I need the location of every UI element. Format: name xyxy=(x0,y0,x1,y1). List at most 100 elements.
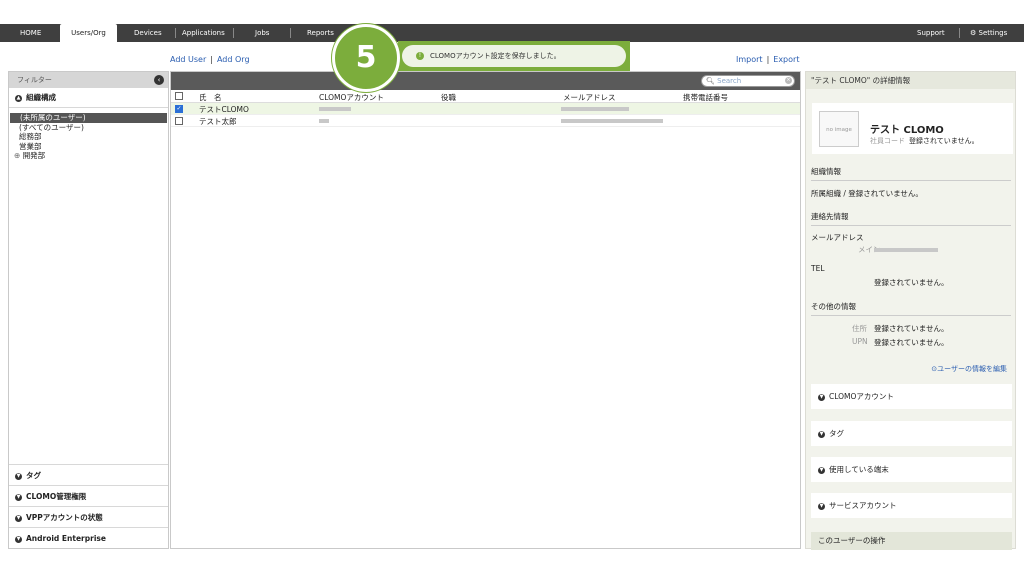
tel-label: TEL xyxy=(811,264,825,273)
nav-settings[interactable]: ⚙ Settings xyxy=(970,24,1007,42)
row-name: テストCLOMO xyxy=(199,105,249,114)
admin-rights-label: CLOMO管理権限 xyxy=(26,492,87,501)
vpp-label: VPPアカウントの状態 xyxy=(26,513,103,522)
org-info-text: 所属組織 / 登録されていません。 xyxy=(811,189,923,198)
upn-value: 登録されていません。 xyxy=(874,338,949,347)
table-header: 氏 名 CLOMOアカウント 役職 メールアドレス 携帯電話番号 xyxy=(171,90,800,103)
nav-settings-label: Settings xyxy=(978,29,1008,37)
devices-accordion[interactable]: ▼ 使用している端末 xyxy=(811,457,1012,482)
tel-value: 登録されていません。 xyxy=(874,278,949,287)
add-org-link[interactable]: Add Org xyxy=(217,55,250,64)
row-checkbox[interactable] xyxy=(175,117,183,125)
tag-section-label: タグ xyxy=(26,471,41,480)
nav-reports[interactable]: Reports xyxy=(307,24,334,42)
step-badge: 5 xyxy=(332,24,400,92)
expand-plus-icon[interactable]: ⊕ xyxy=(14,151,20,160)
user-links: Add User | Add Org xyxy=(170,55,250,64)
link-separator: | xyxy=(766,55,770,64)
nav-home[interactable]: HOME xyxy=(20,24,41,42)
toast-body: ! CLOMOアカウント設定を保存しました。 xyxy=(402,45,626,67)
org-item-dev[interactable]: ⊕ 開発部 xyxy=(9,151,168,161)
chevron-down-icon: ▼ xyxy=(818,466,825,474)
clomo-account-accordion[interactable]: ▼ CLOMOアカウント xyxy=(811,384,1012,409)
clear-search-icon[interactable]: × xyxy=(785,77,792,84)
search-placeholder: Search xyxy=(717,77,742,85)
table-row[interactable]: テスト太郎 xyxy=(171,115,800,127)
redacted-email xyxy=(561,107,629,111)
upn-label: UPN xyxy=(852,337,868,346)
employee-code-value: 登録されていません。 xyxy=(909,137,979,145)
tag-accordion[interactable]: ▼ タグ xyxy=(811,421,1012,446)
accordion-label: サービスアカウント xyxy=(829,501,897,510)
chevron-down-icon: ▼ xyxy=(818,502,825,510)
vpp-section-toggle[interactable]: ▼ VPPアカウントの状態 xyxy=(9,506,168,527)
avatar: no image xyxy=(819,111,859,147)
nav-jobs[interactable]: Jobs xyxy=(255,24,269,42)
search-icon: 🔍︎ xyxy=(706,77,715,85)
info-icon: ! xyxy=(416,52,424,60)
tag-section-toggle[interactable]: ▼ タグ xyxy=(9,464,168,485)
nav-devices[interactable]: Devices xyxy=(134,24,162,42)
org-section-toggle[interactable]: ▲ 組織構成 xyxy=(9,88,168,108)
chevron-down-icon: ▼ xyxy=(15,472,22,480)
redacted-email xyxy=(561,119,663,123)
address-value: 登録されていません。 xyxy=(874,324,949,333)
org-tree: (未所属のユーザー) (すべてのユーザー) 総務部 営業部 ⊕ 開発部 xyxy=(9,108,168,161)
accordion-label: タグ xyxy=(829,429,844,438)
admin-rights-section-toggle[interactable]: ▼ CLOMO管理権限 xyxy=(9,485,168,506)
user-detail-panel: "テスト CLOMO" の詳細情報 no image テスト CLOMO 社員コ… xyxy=(805,71,1016,550)
table-row[interactable]: ✓ テストCLOMO xyxy=(171,103,800,115)
org-info-heading: 組織情報 xyxy=(811,166,1011,181)
profile-card: no image テスト CLOMO 社員コード 登録されていません。 xyxy=(812,103,1013,154)
table-toolbar: 🔍︎ Search × xyxy=(171,72,800,90)
service-account-accordion[interactable]: ▼ サービスアカウント xyxy=(811,493,1012,518)
nav-support[interactable]: Support xyxy=(917,24,945,42)
col-name[interactable]: 氏 名 xyxy=(199,92,222,103)
contact-heading: 連絡先情報 xyxy=(811,211,1011,226)
accordion-label: CLOMOアカウント xyxy=(829,392,894,401)
import-export-links: Import | Export xyxy=(736,55,799,64)
edit-user-label: ユーザーの情報を編集 xyxy=(937,365,1007,373)
redacted-account xyxy=(319,107,351,111)
link-separator: | xyxy=(210,55,213,64)
col-email[interactable]: メールアドレス xyxy=(563,92,616,103)
gear-icon: ⚙ xyxy=(970,29,977,37)
user-table-panel: 🔍︎ Search × 氏 名 CLOMOアカウント 役職 メールアドレス 携帯… xyxy=(170,71,801,549)
org-item-all[interactable]: (すべてのユーザー) xyxy=(9,123,168,133)
col-clomo-account[interactable]: CLOMOアカウント xyxy=(319,92,384,103)
android-enterprise-label: Android Enterprise xyxy=(26,534,106,543)
android-enterprise-section-toggle[interactable]: ▼ Android Enterprise xyxy=(9,527,168,548)
save-toast: ! CLOMOアカウント設定を保存しました。 xyxy=(398,41,630,71)
select-all-checkbox[interactable] xyxy=(175,92,183,100)
org-item-unassigned[interactable]: (未所属のユーザー) xyxy=(10,113,167,123)
top-nav: HOME Users/Org Devices Applications Jobs… xyxy=(0,24,1024,43)
filter-bottom-sections: ▼ タグ ▼ CLOMO管理権限 ▼ VPPアカウントの状態 ▼ Android Ent… xyxy=(9,464,168,548)
redacted-account xyxy=(319,119,329,123)
col-mobile[interactable]: 携帯電話番号 xyxy=(683,92,728,103)
import-link[interactable]: Import xyxy=(736,55,763,64)
collapse-left-icon[interactable]: ‹ xyxy=(154,75,164,85)
edit-user-link[interactable]: ⊙ユーザーの情報を編集 xyxy=(931,364,1007,374)
row-checkbox[interactable]: ✓ xyxy=(175,105,183,113)
org-item-general[interactable]: 総務部 xyxy=(9,132,168,142)
user-operations[interactable]: このユーザーの操作 xyxy=(811,532,1012,550)
filter-header: フィルター ‹ xyxy=(9,72,168,88)
chevron-up-icon: ▲ xyxy=(15,94,22,102)
org-item-sales[interactable]: 営業部 xyxy=(9,142,168,152)
col-position[interactable]: 役職 xyxy=(441,92,456,103)
chevron-down-icon: ▼ xyxy=(818,393,825,401)
nav-users-org[interactable]: Users/Org xyxy=(60,24,117,43)
filter-title: フィルター xyxy=(17,76,52,84)
export-link[interactable]: Export xyxy=(773,55,799,64)
org-section-label: 組織構成 xyxy=(26,93,56,102)
employee-code-label: 社員コード xyxy=(870,137,905,145)
search-input[interactable]: 🔍︎ Search × xyxy=(701,75,795,87)
chevron-down-icon: ▼ xyxy=(15,514,22,522)
filter-panel: フィルター ‹ ▲ 組織構成 (未所属のユーザー) (すべてのユーザー) 総務部 … xyxy=(8,71,169,549)
add-user-link[interactable]: Add User xyxy=(170,55,206,64)
nav-divider xyxy=(175,28,176,38)
address-label: 住所 xyxy=(852,324,867,333)
row-name: テスト太郎 xyxy=(199,117,237,126)
nav-divider xyxy=(959,28,960,38)
nav-applications[interactable]: Applications xyxy=(182,24,225,42)
